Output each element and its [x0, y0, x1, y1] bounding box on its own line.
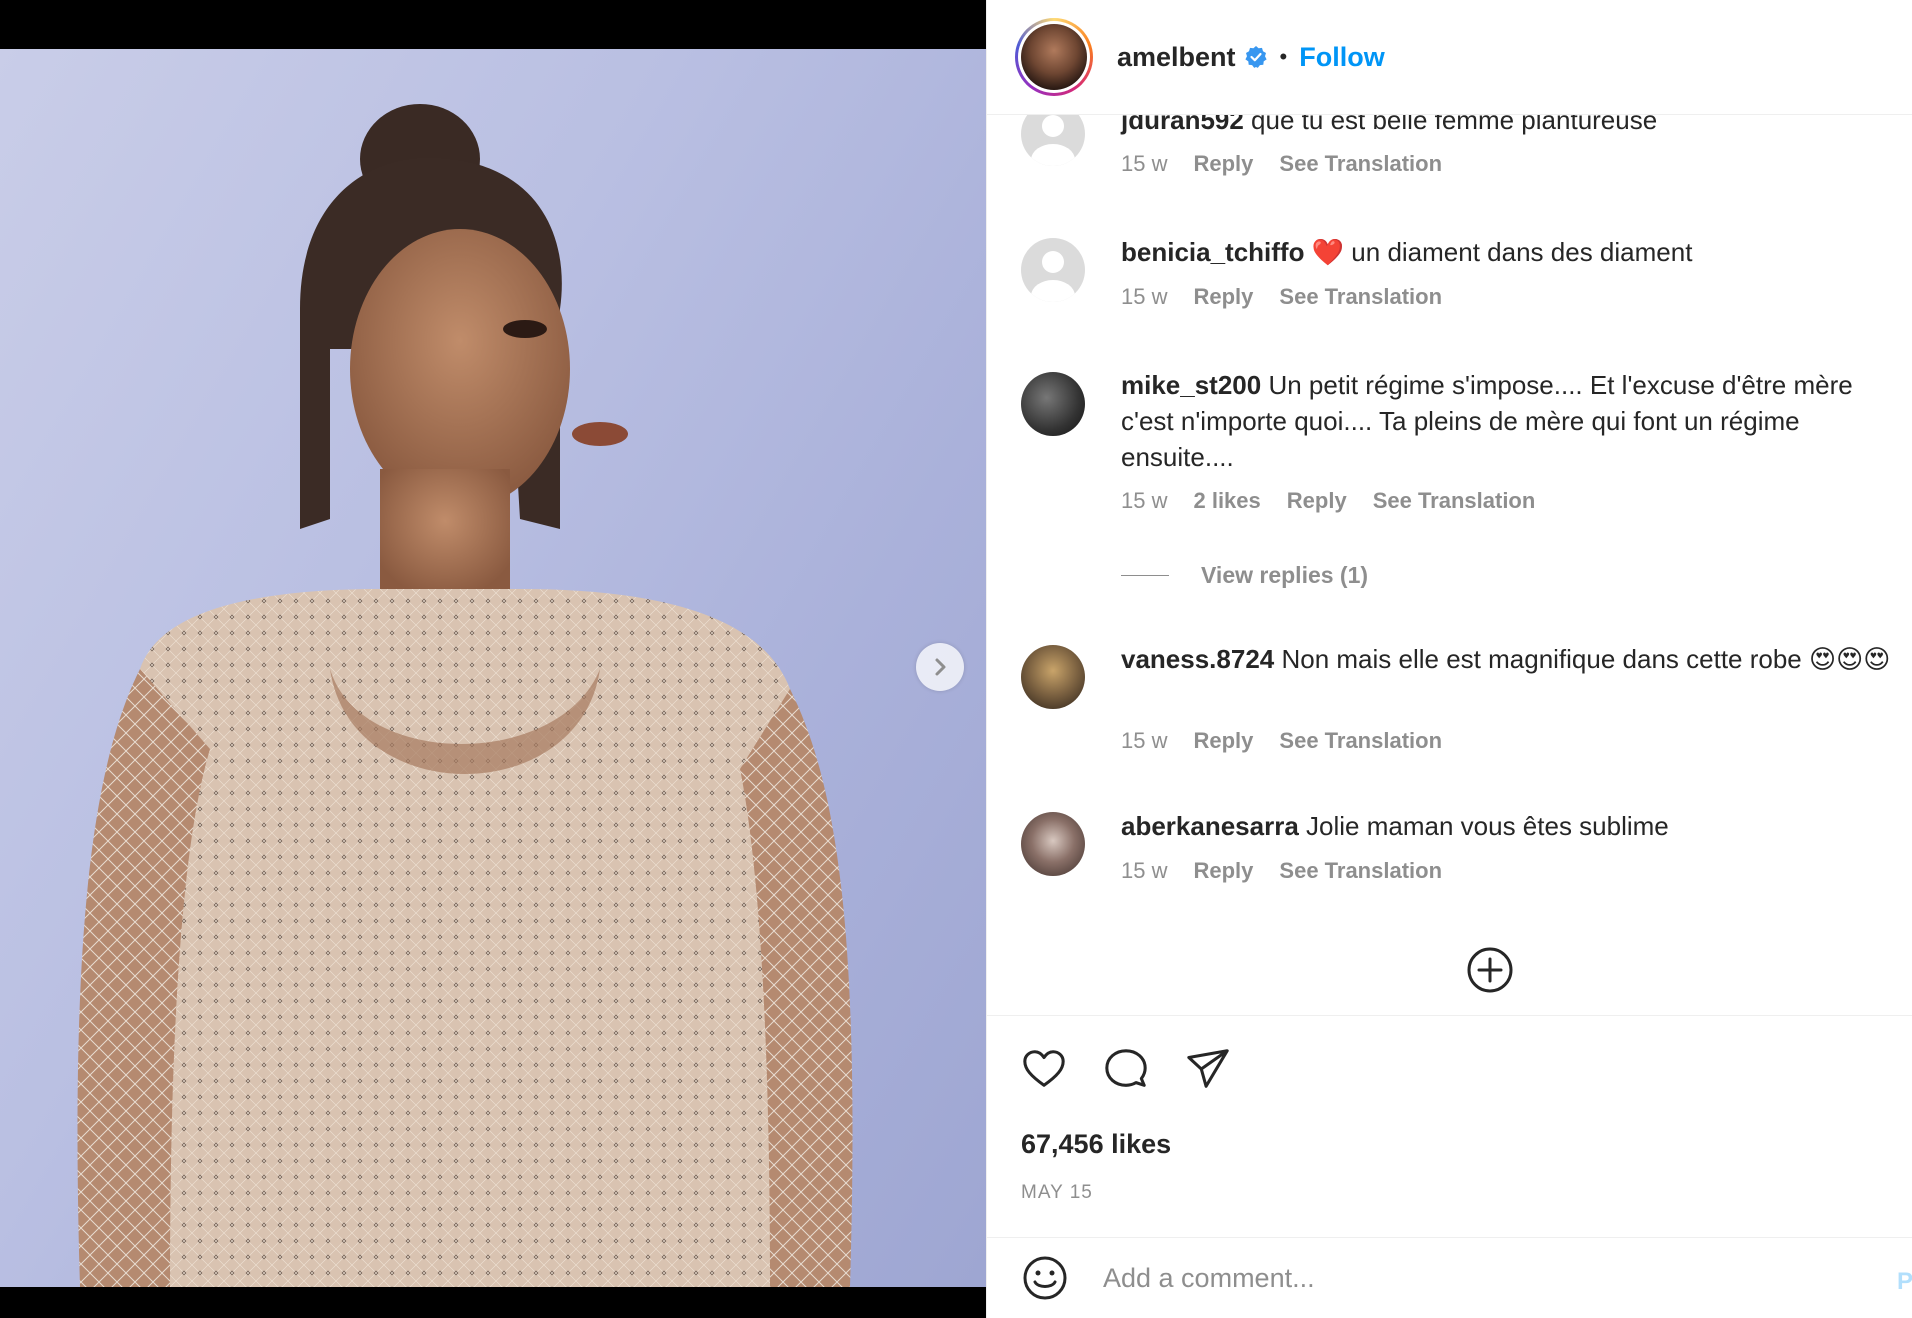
comment-text: Jolie maman vous êtes sublime	[1298, 811, 1669, 841]
comment-time: 15 w	[1121, 488, 1168, 513]
comment-username[interactable]: benicia_tchiffo	[1121, 237, 1304, 267]
comment-likes-count[interactable]: 2 likes	[1193, 488, 1260, 514]
heart-icon[interactable]	[1021, 1046, 1067, 1092]
reply-button[interactable]: Reply	[1193, 284, 1253, 310]
comments-list: jduran592 que tu est belle femme plantur…	[987, 115, 1912, 1015]
default-avatar-icon	[1031, 251, 1075, 302]
view-replies-button[interactable]: View replies (1)	[1121, 562, 1368, 589]
add-comment-bar: P	[987, 1237, 1912, 1318]
replies-divider	[1121, 575, 1169, 576]
comment-time: 15 w	[1121, 151, 1168, 176]
header-separator: •	[1279, 44, 1288, 69]
comment-username[interactable]: vaness.8724	[1121, 644, 1274, 674]
comment-text: ❤️ un diament dans des diament	[1304, 237, 1693, 267]
comment-username[interactable]: jduran592	[1121, 115, 1244, 135]
plus-circle-icon[interactable]	[1465, 945, 1515, 995]
verified-badge-icon	[1244, 46, 1267, 68]
post-actions: 67,456 likes MAY 15	[987, 1015, 1912, 1245]
comment-text: Non mais elle est magnifique dans cette …	[1274, 644, 1891, 674]
reply-button[interactable]: Reply	[1193, 728, 1253, 754]
comment-meta: 15 w Reply See Translation	[1121, 151, 1442, 177]
see-translation-button[interactable]: See Translation	[1279, 284, 1442, 310]
view-replies-label: View replies (1)	[1201, 562, 1369, 588]
reply-button[interactable]: Reply	[1287, 488, 1347, 514]
share-icon[interactable]	[1185, 1046, 1231, 1092]
likes-count[interactable]: 67,456 likes	[1021, 1129, 1171, 1160]
comment-icon[interactable]	[1103, 1046, 1149, 1092]
chevron-right-icon	[935, 658, 946, 676]
comment-meta: 15 w Reply See Translation	[1121, 858, 1442, 884]
post-photo	[0, 49, 986, 1287]
default-avatar-icon	[1031, 115, 1075, 166]
comment-time: 15 w	[1121, 858, 1168, 883]
post-details-panel: amelbent • Follow jduran592 que tu est b…	[986, 0, 1912, 1318]
portrait-illustration	[77, 104, 853, 1287]
commenter-avatar[interactable]	[1021, 238, 1085, 302]
see-translation-button[interactable]: See Translation	[1279, 728, 1442, 754]
comment-username[interactable]: aberkanesarra	[1121, 811, 1299, 841]
see-translation-button[interactable]: See Translation	[1279, 151, 1442, 177]
commenter-avatar[interactable]	[1021, 372, 1085, 436]
commenter-avatar[interactable]	[1021, 645, 1085, 709]
author-avatar-image	[1021, 24, 1087, 90]
next-photo-button[interactable]	[916, 643, 964, 691]
comment-meta: 15 w Reply See Translation	[1121, 728, 1442, 754]
comment-input[interactable]	[1103, 1262, 1863, 1294]
commenter-avatar[interactable]	[1021, 812, 1085, 876]
emoji-icon[interactable]	[1021, 1254, 1069, 1302]
follow-button[interactable]: Follow	[1299, 42, 1384, 73]
reply-button[interactable]: Reply	[1193, 858, 1253, 884]
author-avatar[interactable]	[1015, 18, 1093, 96]
comment-text: que tu est belle femme plantureuse	[1243, 115, 1658, 135]
comment-meta: 15 w Reply See Translation	[1121, 284, 1442, 310]
comment-username[interactable]: mike_st200	[1121, 370, 1261, 400]
post-media-area	[0, 0, 986, 1318]
reply-button[interactable]: Reply	[1193, 151, 1253, 177]
author-username[interactable]: amelbent	[1117, 42, 1236, 73]
see-translation-button[interactable]: See Translation	[1279, 858, 1442, 884]
comment-meta: 15 w 2 likes Reply See Translation	[1121, 488, 1535, 514]
comment-time: 15 w	[1121, 728, 1168, 753]
comment-time: 15 w	[1121, 284, 1168, 309]
post-comment-button[interactable]: P	[1897, 1268, 1912, 1296]
post-date: MAY 15	[1021, 1182, 1093, 1203]
see-translation-button[interactable]: See Translation	[1373, 488, 1536, 514]
post-header: amelbent • Follow	[987, 0, 1912, 115]
commenter-avatar[interactable]	[1021, 115, 1085, 166]
